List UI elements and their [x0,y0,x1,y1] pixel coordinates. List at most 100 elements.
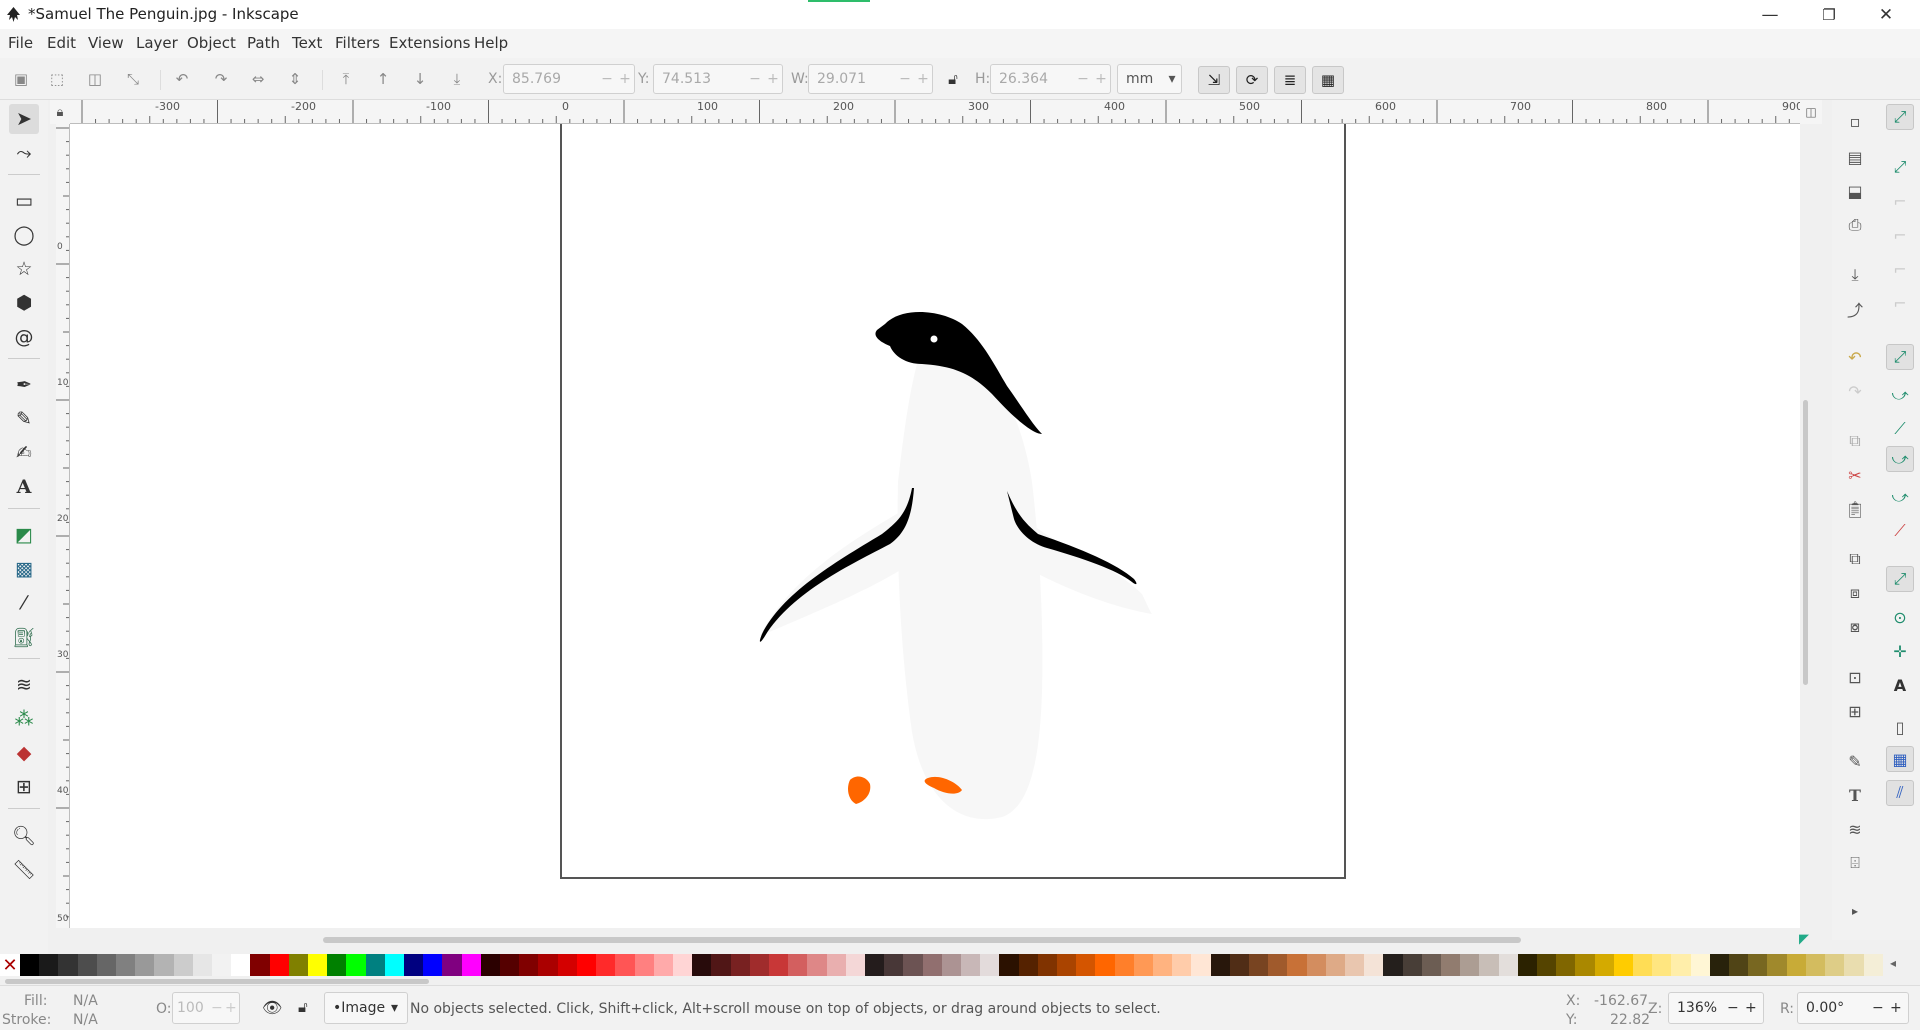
menu-help[interactable]: Help [474,34,508,52]
color-swatch[interactable] [1863,954,1883,976]
duplicate-icon[interactable]: ⧉ [1844,548,1866,570]
lower-icon[interactable]: ↓ [409,68,431,90]
color-swatch[interactable] [1095,954,1115,976]
color-swatch[interactable] [231,954,251,976]
color-swatch[interactable] [1056,954,1077,976]
menu-filters[interactable]: Filters [335,34,380,52]
calligraphy-tool-icon[interactable]: ✍ [9,438,39,468]
color-swatch[interactable] [1575,954,1595,976]
color-swatch[interactable] [1441,954,1461,976]
color-swatch[interactable] [1709,954,1730,976]
w-increment[interactable]: + [914,71,932,87]
h-field[interactable]: H: 26.364 − + [975,64,1111,94]
text-font-icon[interactable]: T [1844,784,1866,806]
enable-snapping-icon[interactable]: ⤢ [1886,104,1914,130]
color-swatch[interactable] [730,954,750,976]
y-field[interactable]: Y: 74.513 − + [638,64,783,94]
layers-icon[interactable]: ≋ [1844,818,1866,840]
color-swatch[interactable] [615,954,635,976]
select-all-layers-icon[interactable]: ⬚ [46,68,68,90]
color-swatch[interactable] [922,954,942,976]
color-swatch[interactable] [749,954,769,976]
color-swatch[interactable] [116,954,136,976]
color-swatch[interactable] [480,954,501,976]
ungroup-icon[interactable]: ⊞ [1844,700,1866,722]
color-swatch[interactable] [1383,954,1403,976]
export-icon[interactable]: ⤴ [1844,298,1866,320]
zoom-in-button[interactable]: + [1745,1000,1763,1016]
transform-icon[interactable]: ⤡ [122,68,144,90]
w-field[interactable]: W: 29.071 − + [791,64,933,94]
color-swatch[interactable] [308,954,328,976]
copy-icon[interactable]: ⧉ [1844,430,1866,452]
color-swatch[interactable] [365,954,385,976]
color-swatch[interactable] [20,954,40,976]
flip-horizontal-icon[interactable]: ⇔ [247,68,269,90]
guide-lock-icon[interactable]: 🔒︎ [50,100,70,124]
color-swatch[interactable] [1152,954,1173,976]
color-swatch[interactable] [1133,954,1153,976]
color-swatch[interactable] [1306,954,1326,976]
color-swatch[interactable] [1498,954,1518,976]
snap-others-icon[interactable]: ⤢ [1886,566,1914,592]
paint-bucket-tool-icon[interactable]: ⛽︎ [9,622,39,652]
rotate-ccw-icon[interactable]: ↶ [171,68,193,90]
color-swatch[interactable] [1076,954,1096,976]
rectangle-tool-icon[interactable]: ▭ [9,186,39,216]
color-swatch[interactable] [423,954,443,976]
snap-intersections-icon[interactable]: ⟋ [1886,416,1914,442]
spiral-tool-icon[interactable]: @ [9,322,39,352]
dropper-tool-icon[interactable]: ⁄ [9,588,39,618]
unlink-clone-icon[interactable]: ⧇ [1844,616,1866,638]
color-swatch[interactable] [1767,954,1787,976]
snap-text-baseline-icon[interactable]: A [1886,672,1914,698]
transform-gradients-icon[interactable]: ≣ [1274,66,1306,94]
color-swatch[interactable] [1229,954,1249,976]
snap-bbox-corners-icon[interactable]: ⌐ [1886,222,1914,248]
color-swatch[interactable] [788,954,808,976]
color-swatch[interactable] [1191,954,1211,976]
selector-tool-icon[interactable]: ➤ [9,104,39,134]
color-swatch[interactable] [1325,954,1346,976]
color-swatch[interactable] [327,954,347,976]
scale-corners-icon[interactable]: ⟳ [1236,66,1268,94]
snap-centers-icon[interactable]: ⊙ [1886,604,1914,630]
color-swatch[interactable] [576,954,597,976]
snap-nodes-icon[interactable]: ⤢ [1886,344,1914,370]
redo-icon[interactable]: ↷ [1844,380,1866,402]
color-swatch[interactable] [250,954,270,976]
color-swatch[interactable] [192,954,213,976]
minimize-button[interactable]: — [1742,0,1798,29]
menu-layer[interactable]: Layer [136,34,178,52]
x-increment[interactable]: + [616,71,634,87]
menu-edit[interactable]: Edit [47,34,76,52]
color-swatch[interactable] [596,954,616,976]
more-arrow-icon[interactable]: ▸ [1844,900,1866,922]
zoom-out-button[interactable]: − [1727,1000,1745,1016]
color-swatch[interactable] [538,954,558,976]
layer-lock-icon[interactable]: 🔓︎ [298,998,308,1016]
color-swatch[interactable] [384,954,405,976]
snap-paths-icon[interactable]: ⤻ [1886,382,1914,408]
tweak-tool-icon[interactable]: ≋ [9,670,39,700]
color-swatch[interactable] [1786,954,1806,976]
color-swatch[interactable] [1114,954,1134,976]
color-swatch[interactable] [941,954,961,976]
color-swatch[interactable] [519,954,539,976]
deselect-icon[interactable]: ◫ [84,68,106,90]
measure-tool-icon[interactable]: 📏︎ [9,854,39,884]
snap-cusp-nodes-icon[interactable]: ⤻ [1886,446,1914,472]
menu-path[interactable]: Path [247,34,280,52]
color-swatch[interactable] [634,954,654,976]
layer-select[interactable]: •Image ▾ [324,992,408,1024]
horizontal-scrollbar[interactable] [323,937,1521,943]
color-swatch[interactable] [1671,954,1691,976]
color-swatch[interactable] [404,954,424,976]
import-icon[interactable]: ⤓ [1844,264,1866,286]
clone-icon[interactable]: ⧈ [1844,582,1866,604]
y-increment[interactable]: + [764,71,782,87]
snap-guides-icon[interactable]: ⫽ [1886,780,1914,806]
h-decrement[interactable]: − [1074,71,1092,87]
undo-icon[interactable]: ↶ [1844,346,1866,368]
color-swatch[interactable] [288,954,309,976]
